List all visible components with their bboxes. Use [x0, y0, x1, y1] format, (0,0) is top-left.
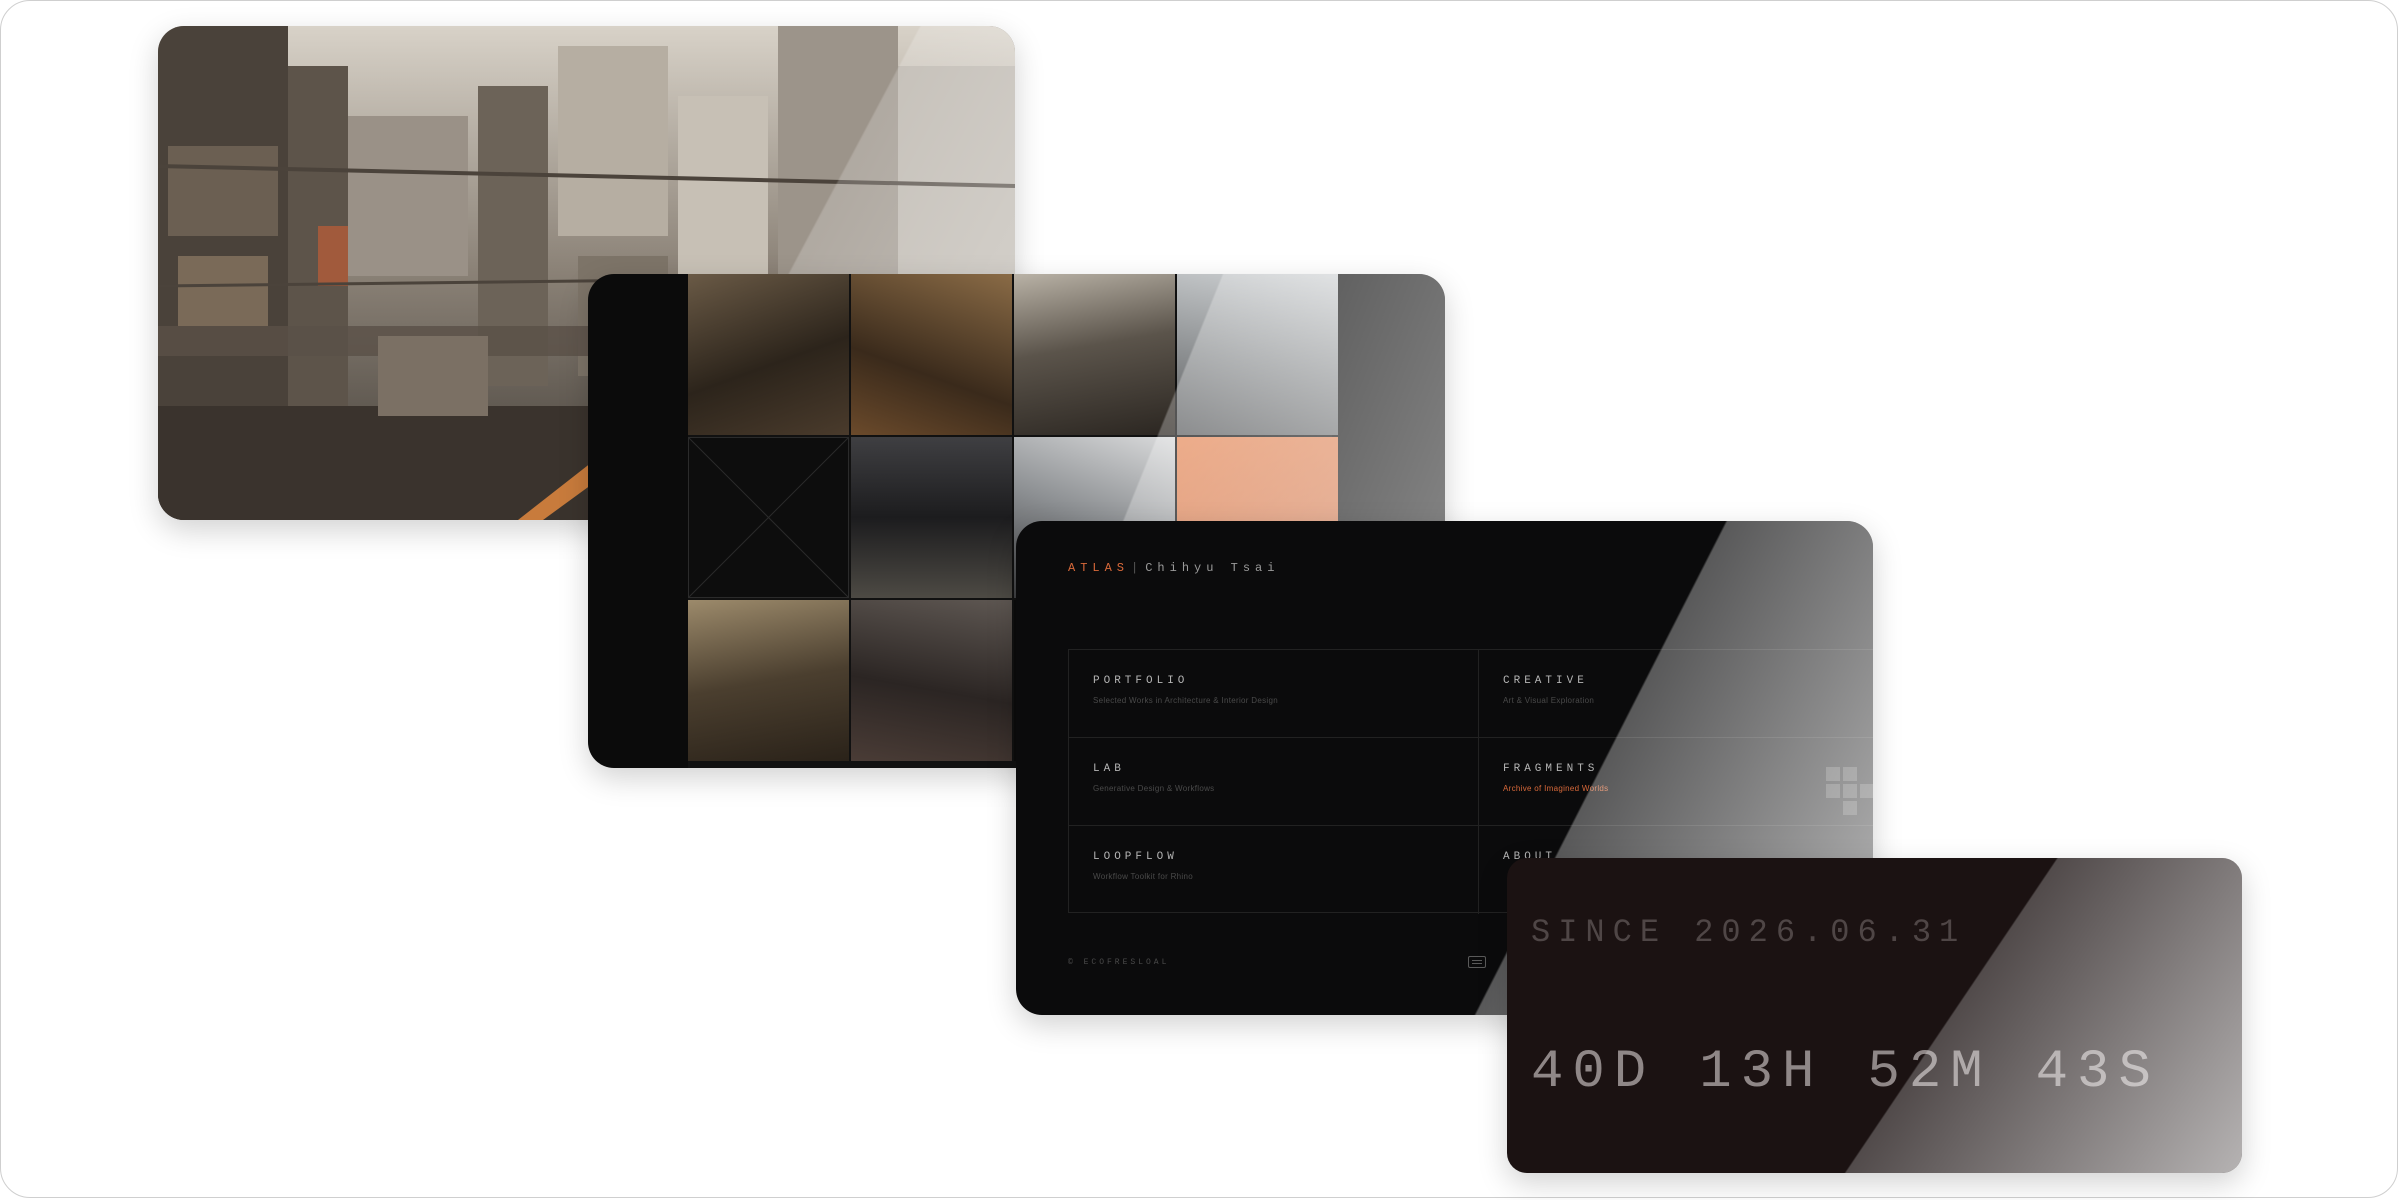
menu-item-creative[interactable]: CREATIVE Art & Visual Exploration: [1479, 650, 1873, 738]
gallery-thumbnail[interactable]: [851, 437, 1012, 598]
menu-item-title: PORTFOLIO: [1093, 675, 1189, 687]
gallery-thumbnail[interactable]: [851, 600, 1012, 761]
menu-item-title: LAB: [1093, 763, 1125, 775]
menu-item-title: FRAGMENTS: [1503, 763, 1599, 775]
gallery-thumbnail[interactable]: [688, 600, 849, 761]
image-placeholder: [688, 437, 849, 598]
countdown-hours: 13H: [1699, 1042, 1824, 1103]
menu-item-subtitle: Generative Design & Workflows: [1093, 784, 1215, 793]
menu-item-title: CREATIVE: [1503, 675, 1588, 687]
countdown-timer: 40D 13H 52M 43S: [1531, 1042, 2160, 1103]
site-brand[interactable]: ATLAS | Chihyu Tsai: [1068, 561, 1279, 575]
countdown-card: SINCE 2026.06.31 40D 13H 52M 43S: [1507, 858, 2242, 1173]
footer-copyright: © ECOFRESLOAL: [1068, 958, 1170, 967]
menu-item-title: LOOPFLOW: [1093, 851, 1178, 863]
countdown-days: 40D: [1531, 1042, 1656, 1103]
menu-item-subtitle: Workflow Toolkit for Rhino: [1093, 872, 1193, 881]
brand-separator: |: [1131, 561, 1144, 575]
gallery-thumbnail[interactable]: [688, 274, 849, 435]
decorative-squares: [1826, 767, 1873, 815]
author-name: Chihyu Tsai: [1145, 561, 1280, 575]
menu-item-lab[interactable]: LAB Generative Design & Workflows: [1069, 738, 1479, 826]
countdown-seconds: 43S: [2035, 1042, 2160, 1103]
menu-item-subtitle-active: Archive of Imagined Worlds: [1503, 784, 1609, 793]
gallery-thumbnail[interactable]: [1014, 274, 1175, 435]
menu-item-subtitle: Art & Visual Exploration: [1503, 696, 1595, 705]
glare-overlay: [1507, 858, 2242, 1173]
since-date: SINCE 2026.06.31: [1531, 914, 1967, 951]
gallery-thumbnail[interactable]: [1177, 274, 1338, 435]
gallery-thumbnail[interactable]: [851, 274, 1012, 435]
menu-item-loopflow[interactable]: LOOPFLOW Workflow Toolkit for Rhino: [1069, 826, 1479, 914]
placeholder-cross-icon: [689, 438, 848, 597]
menu-item-subtitle: Selected Works in Architecture & Interio…: [1093, 696, 1278, 705]
menu-item-portfolio[interactable]: PORTFOLIO Selected Works in Architecture…: [1069, 650, 1479, 738]
brand-name: ATLAS: [1068, 561, 1130, 575]
keyboard-icon[interactable]: [1468, 956, 1486, 968]
menu-item-fragments[interactable]: FRAGMENTS Archive of Imagined Worlds: [1479, 738, 1873, 826]
countdown-minutes: 52M: [1867, 1042, 1992, 1103]
